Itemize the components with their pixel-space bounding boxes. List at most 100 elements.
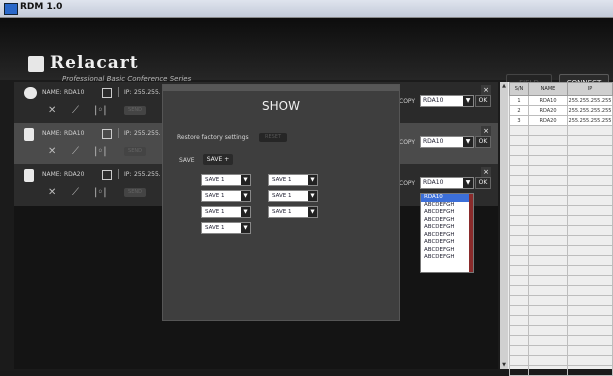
signal-icon[interactable]: |◦| — [94, 106, 107, 116]
table-row — [509, 185, 613, 196]
ok-button[interactable]: OK — [475, 136, 491, 148]
table-row — [509, 355, 613, 366]
table-cell: RDA20 — [528, 115, 568, 126]
chevron-down-icon[interactable]: ▼ — [463, 137, 473, 147]
chevron-down-icon[interactable]: ▼ — [308, 207, 317, 217]
restore-label: Restore factory settings — [177, 134, 249, 141]
save-select[interactable]: SAVE 1 ▼ — [201, 174, 251, 186]
table-row — [509, 275, 613, 286]
table-row[interactable]: 2 RDA20 255.255.255.255 — [509, 105, 613, 116]
app-icon — [4, 3, 18, 15]
edit-icon[interactable] — [102, 129, 112, 139]
edit-icon[interactable] — [102, 88, 112, 98]
scroll-up-icon[interactable]: ▲ — [500, 83, 508, 89]
ok-button[interactable]: OK — [475, 177, 491, 189]
send-button[interactable]: SEND — [124, 188, 146, 197]
table-row — [509, 135, 613, 146]
chevron-down-icon[interactable]: ▼ — [463, 96, 473, 106]
table-row — [509, 205, 613, 216]
save-select[interactable]: SAVE 1 ▼ — [201, 222, 251, 234]
dropdown-option[interactable]: ABCDEFGH — [421, 224, 473, 232]
name-label: NAME: — [42, 89, 62, 96]
signal-icon[interactable]: |◦| — [94, 147, 107, 157]
device-name: RDA20 — [64, 171, 85, 178]
table-row — [509, 165, 613, 176]
chevron-down-icon[interactable]: ▼ — [463, 178, 473, 188]
table-row — [509, 175, 613, 186]
device-ip: 255.255. — [134, 130, 161, 137]
copy-select[interactable]: RDA10 ▼ — [420, 95, 474, 107]
edit-icon[interactable] — [102, 170, 112, 180]
copy-dropdown-list[interactable]: RDA10 ABCDEFGH ABCDEFGH ABCDEFGH ABCDEFG… — [420, 193, 474, 273]
save-select[interactable]: SAVE 1 ▼ — [268, 190, 318, 202]
table-row — [509, 195, 613, 206]
ip-label: IP: — [124, 130, 132, 137]
close-icon[interactable]: × — [481, 85, 491, 95]
mute-icon[interactable]: ✕ — [48, 106, 56, 116]
dropdown-option[interactable]: ABCDEFGH — [421, 202, 473, 210]
send-button[interactable]: SEND — [124, 147, 146, 156]
table-row — [509, 155, 613, 166]
table-row — [509, 145, 613, 156]
dropdown-option[interactable]: ABCDEFGH — [421, 232, 473, 240]
table-row[interactable]: 1 RDA10 255.255.255.255 — [509, 95, 613, 106]
window-title: RDM 1.0 — [20, 2, 63, 12]
save-select[interactable]: SAVE 1 ▼ — [201, 206, 251, 218]
chevron-down-icon[interactable]: ▼ — [308, 175, 317, 185]
dropdown-option[interactable]: ABCDEFGH — [421, 247, 473, 255]
save-select-value: SAVE 1 — [205, 193, 225, 199]
save-select-value: SAVE 1 — [272, 177, 292, 183]
dropdown-option[interactable]: ABCDEFGH — [421, 209, 473, 217]
chevron-down-icon[interactable]: ▼ — [241, 223, 250, 233]
send-button[interactable]: SEND — [124, 106, 146, 115]
dropdown-option[interactable]: ABCDEFGH — [421, 239, 473, 247]
table-cell: 1 — [509, 95, 529, 106]
device-ip: 255.255. — [134, 171, 161, 178]
scroll-down-icon[interactable]: ▼ — [500, 362, 508, 368]
save-select-value: SAVE 1 — [205, 209, 225, 215]
header-bar: Relacart Professional Basic Conference S… — [0, 18, 613, 93]
table-cell: RDA20 — [528, 105, 568, 116]
save-add-button[interactable]: SAVE + — [203, 154, 233, 165]
logo-icon — [28, 56, 44, 72]
save-select[interactable]: SAVE 1 ▼ — [268, 174, 318, 186]
reset-button[interactable]: RESET — [259, 133, 287, 142]
table-cell: RDA10 — [528, 95, 568, 106]
microphone-icon — [24, 87, 37, 99]
mic-off-icon[interactable]: ⟋ — [72, 188, 79, 198]
dialog-header-bar — [163, 85, 399, 91]
chevron-down-icon[interactable]: ▼ — [241, 191, 250, 201]
table-row[interactable]: 3 RDA20 255.255.255.255 — [509, 115, 613, 126]
dropdown-option[interactable]: ABCDEFGH — [421, 217, 473, 225]
mic-off-icon[interactable]: ⟋ — [72, 147, 79, 157]
copy-select[interactable]: RDA10 ▼ — [420, 136, 474, 148]
close-icon[interactable]: × — [481, 126, 491, 136]
dropdown-scrollbar[interactable] — [469, 194, 473, 272]
mute-icon[interactable]: ✕ — [48, 188, 56, 198]
close-icon[interactable]: × — [481, 167, 491, 177]
copy-label: COPY — [399, 98, 416, 105]
mic-off-icon[interactable]: ⟋ — [72, 106, 79, 116]
copy-label: COPY — [399, 180, 416, 187]
copy-select[interactable]: RDA10 ▼ — [420, 177, 474, 189]
chevron-down-icon[interactable]: ▼ — [241, 175, 250, 185]
chevron-down-icon[interactable]: ▼ — [308, 191, 317, 201]
device-table-panel: ▲ ▼ S/N NAME IP 1 RDA10 255.255.255.255 … — [500, 82, 613, 376]
table-header-sn[interactable]: S/N — [509, 82, 529, 96]
ok-button[interactable]: OK — [475, 95, 491, 107]
table-header-name[interactable]: NAME — [528, 82, 568, 96]
dropdown-option[interactable]: RDA10 — [421, 194, 473, 202]
signal-icon[interactable]: |◦| — [94, 188, 107, 198]
vertical-scrollbar[interactable]: ▲ ▼ — [500, 82, 508, 369]
save-select[interactable]: SAVE 1 ▼ — [201, 190, 251, 202]
table-header-ip[interactable]: IP — [567, 82, 613, 96]
save-select-value: SAVE 1 — [205, 177, 225, 183]
dropdown-option[interactable]: ABCDEFGH — [421, 254, 473, 262]
save-select-value: SAVE 1 — [272, 209, 292, 215]
ip-label: IP: — [124, 89, 132, 96]
table-cell: 255.255.255.255 — [567, 115, 613, 126]
chevron-down-icon[interactable]: ▼ — [241, 207, 250, 217]
microphone-icon — [24, 128, 34, 141]
mute-icon[interactable]: ✕ — [48, 147, 56, 157]
save-select[interactable]: SAVE 1 ▼ — [268, 206, 318, 218]
